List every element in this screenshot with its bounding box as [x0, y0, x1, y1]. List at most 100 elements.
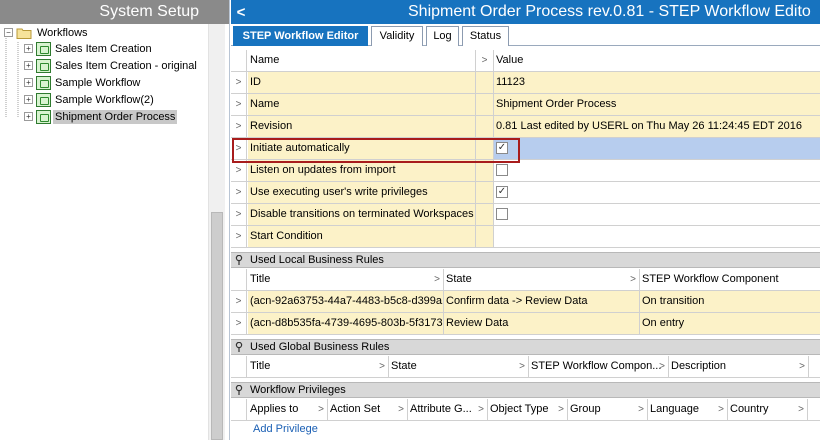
chevron-right-icon: >: [231, 291, 247, 312]
column-header-title[interactable]: Title >: [248, 269, 444, 290]
workflow-icon: [36, 92, 51, 107]
workflow-icon: [36, 58, 51, 73]
tree-node-label: Sample Workflow: [55, 76, 141, 89]
property-value: 11123: [494, 72, 820, 93]
expand-icon[interactable]: +: [24, 112, 33, 121]
sort-icon[interactable]: >: [638, 399, 644, 420]
sort-icon[interactable]: >: [798, 399, 804, 420]
pin-icon[interactable]: [235, 255, 243, 265]
rule-title: (acn-d8b535fa-4739-4695-803b-5f3173: [248, 313, 444, 334]
property-row-revision[interactable]: > Revision 0.81 Last edited by USERL on …: [231, 116, 820, 138]
sort-icon[interactable]: >: [558, 399, 564, 420]
sort-icon[interactable]: >: [718, 399, 724, 420]
sort-icon[interactable]: >: [476, 50, 494, 71]
table-row[interactable]: > (acn-d8b535fa-4739-4695-803b-5f3173 Re…: [231, 313, 820, 335]
tree-scrollbar[interactable]: ≡: [208, 24, 225, 440]
tab-validity[interactable]: Validity: [371, 26, 423, 46]
table-row[interactable]: > (acn-92a63753-44a7-4483-b5c8-d399a1 Co…: [231, 291, 820, 313]
tree-node-label: Shipment Order Process: [53, 109, 178, 124]
property-value: [494, 160, 820, 181]
property-name: Start Condition: [248, 226, 476, 247]
chevron-right-icon: >: [231, 116, 247, 137]
property-row-disable-transitions[interactable]: > Disable transitions on terminated Work…: [231, 204, 820, 226]
column-header-description[interactable]: Description >: [669, 356, 809, 377]
property-row-listen-on-updates[interactable]: > Listen on updates from import: [231, 160, 820, 182]
property-name: ID: [248, 72, 476, 93]
tree-node-label: Sample Workflow(2): [55, 93, 154, 106]
chevron-right-icon: >: [231, 313, 247, 334]
column-header-group[interactable]: Group >: [568, 399, 648, 420]
sort-icon[interactable]: >: [519, 356, 525, 377]
local-rules-header-row: Title > State > STEP Workflow Component: [231, 269, 820, 291]
column-header-state[interactable]: State >: [444, 269, 640, 290]
tree-node-sales-item-creation[interactable]: + Sales Item Creation: [24, 40, 154, 57]
property-value: ✓: [494, 138, 820, 159]
tree-node-label: Sales Item Creation - original: [55, 59, 197, 72]
column-header-language[interactable]: Language >: [648, 399, 728, 420]
section-local-business-rules[interactable]: Used Local Business Rules: [231, 252, 820, 268]
expand-icon[interactable]: +: [24, 78, 33, 87]
property-value[interactable]: Shipment Order Process: [494, 94, 820, 115]
tree-node-sample-workflow-2[interactable]: + Sample Workflow(2): [24, 91, 156, 108]
rule-state: Review Data: [444, 313, 640, 334]
column-header-component[interactable]: STEP Workflow Component: [640, 269, 820, 290]
sort-icon[interactable]: >: [379, 356, 385, 377]
column-header-country[interactable]: Country >: [728, 399, 808, 420]
scrollbar-thumb[interactable]: [211, 212, 223, 440]
sort-icon[interactable]: >: [318, 399, 324, 420]
workflow-icon: [36, 41, 51, 56]
expand-icon[interactable]: +: [24, 95, 33, 104]
tree-node-sample-workflow[interactable]: + Sample Workflow: [24, 74, 142, 91]
column-header-state[interactable]: State >: [389, 356, 529, 377]
section-title: Workflow Privileges: [250, 384, 346, 396]
listen-on-updates-checkbox[interactable]: [496, 164, 508, 176]
global-rules-header-row: Title > State > STEP Workflow Compon... > D…: [231, 356, 820, 378]
column-header-object-type[interactable]: Object Type >: [488, 399, 568, 420]
column-header-applies-to[interactable]: Applies to >: [248, 399, 328, 420]
column-header-title[interactable]: Title >: [248, 356, 389, 377]
sort-icon[interactable]: >: [478, 399, 484, 420]
property-row-name[interactable]: > Name Shipment Order Process: [231, 94, 820, 116]
property-name: Name: [248, 94, 476, 115]
property-row-write-privileges[interactable]: > Use executing user's write privileges …: [231, 182, 820, 204]
sort-icon[interactable]: >: [398, 399, 404, 420]
section-global-business-rules[interactable]: Used Global Business Rules: [231, 339, 820, 355]
column-header-value[interactable]: Value: [494, 50, 820, 71]
tree-node-shipment-order-process[interactable]: + Shipment Order Process: [24, 108, 178, 125]
property-name: Use executing user's write privileges: [248, 182, 476, 203]
folder-icon: [16, 28, 32, 39]
pin-icon[interactable]: [235, 385, 243, 395]
tab-log[interactable]: Log: [426, 26, 459, 46]
pin-icon[interactable]: [235, 342, 243, 352]
tree-node-sales-item-creation-original[interactable]: + Sales Item Creation - original: [24, 57, 199, 74]
chevron-left-icon[interactable]: <: [231, 4, 251, 21]
collapse-icon[interactable]: −: [4, 28, 13, 37]
rule-state: Confirm data -> Review Data: [444, 291, 640, 312]
workflow-icon: [36, 109, 51, 124]
section-workflow-privileges[interactable]: Workflow Privileges: [231, 382, 820, 398]
column-header-action-set[interactable]: Action Set >: [328, 399, 408, 420]
sort-icon[interactable]: >: [799, 356, 805, 377]
workflow-editor-panel: < Shipment Order Process rev.0.81 - STEP…: [231, 0, 820, 440]
property-value: ✓: [494, 182, 820, 203]
sort-icon[interactable]: >: [659, 356, 665, 377]
tab-step-workflow-editor[interactable]: STEP Workflow Editor: [233, 26, 368, 46]
property-value[interactable]: [494, 226, 820, 247]
write-privileges-checkbox[interactable]: ✓: [496, 186, 508, 198]
property-row-id[interactable]: > ID 11123: [231, 72, 820, 94]
property-name: Disable transitions on terminated Worksp…: [248, 204, 476, 225]
disable-transitions-checkbox[interactable]: [496, 208, 508, 220]
sort-icon[interactable]: >: [434, 269, 440, 290]
column-header-name[interactable]: Name: [248, 50, 476, 71]
expand-icon[interactable]: +: [24, 44, 33, 53]
add-privilege-link[interactable]: Add Privilege: [253, 423, 318, 435]
property-name: Listen on updates from import: [248, 160, 476, 181]
sort-icon[interactable]: >: [630, 269, 636, 290]
tree-node-workflows[interactable]: − Workflows: [4, 24, 90, 41]
chevron-right-icon: >: [231, 182, 247, 203]
property-row-start-condition[interactable]: > Start Condition: [231, 226, 820, 248]
column-header-component[interactable]: STEP Workflow Compon... >: [529, 356, 669, 377]
tab-status[interactable]: Status: [462, 26, 509, 46]
expand-icon[interactable]: +: [24, 61, 33, 70]
column-header-attribute-group[interactable]: Attribute G... >: [408, 399, 488, 420]
